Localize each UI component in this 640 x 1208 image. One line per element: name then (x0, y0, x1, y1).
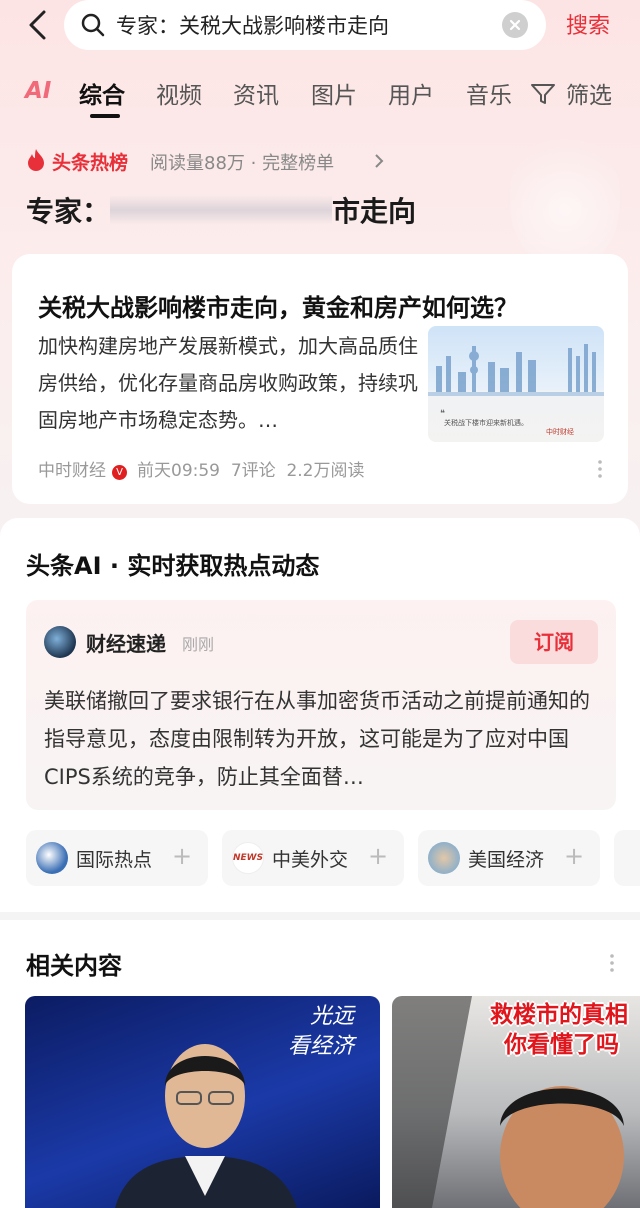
verified-icon: V (112, 465, 127, 480)
fire-icon (28, 149, 44, 171)
news-icon: NEWS (232, 842, 264, 874)
article-summary: 加快构建房地产发展新模式，加大高品质住房供给，优化存量商品房收购政策，持续巩固房… (38, 334, 418, 432)
skyline-image: ❝ 关税战下楼市迎来新机遇。 中时财经 (428, 344, 604, 436)
clear-icon[interactable] (502, 12, 528, 38)
hot-list-label: 头条热榜 (52, 152, 129, 174)
tab-users[interactable]: 用户 (388, 76, 434, 110)
feed-time: 刚刚 (182, 635, 215, 654)
chip-label: 中美外交 (272, 849, 349, 871)
article-card[interactable]: 关税大战影响楼市走向，黄金和房产如何选？ 加快构建房地产发展新模式，加大高品质住… (12, 254, 628, 504)
video-caption: 救楼市的真相 你看懂了吗 (490, 1002, 628, 1058)
plus-icon[interactable]: + (172, 842, 192, 870)
chip-sino-us-diplomacy[interactable]: NEWS 中美外交 + (222, 830, 404, 886)
tab-news[interactable]: 资讯 (233, 76, 279, 110)
feed-text: 美联储撤回了要求银行在从事加密货币活动之前提前通知的指导意见，态度由限制转为开放… (44, 689, 590, 789)
svg-text:❝: ❝ (440, 409, 445, 419)
chevron-right-icon (375, 154, 384, 168)
search-icon (81, 13, 105, 37)
article-thumbnail: ❝ 关税战下楼市迎来新机遇。 中时财经 (428, 326, 604, 442)
presenter-image (115, 1044, 297, 1208)
back-arrow-icon[interactable] (22, 8, 56, 42)
map-icon (428, 842, 460, 874)
filter-button[interactable]: 筛选 (566, 76, 612, 110)
chip-more[interactable] (614, 830, 640, 886)
chip-us-economy[interactable]: 美国经济 + (418, 830, 600, 886)
hot-title-suffix: 市走向 (332, 195, 417, 228)
topic-chips: 国际热点 + NEWS 中美外交 + 美国经济 + (26, 830, 640, 886)
source-avatar[interactable] (44, 626, 76, 658)
thumb-caption: 关税战下楼市迎来新机遇。 (444, 418, 528, 427)
related-content-section: 相关内容 光远 看经济 救楼市的真相 你看懂了吗 (0, 920, 640, 1208)
tab-video[interactable]: 视频 (156, 76, 202, 110)
ai-tab[interactable]: AI (25, 78, 51, 104)
related-title: 相关内容 (26, 952, 122, 980)
blurred-text (110, 195, 333, 225)
chip-international-hot[interactable]: 国际热点 + (26, 830, 208, 886)
article-reads: 2.2万阅读 (286, 461, 365, 481)
article-title: 关税大战影响楼市走向，黄金和房产如何选？ (38, 294, 518, 322)
tab-comprehensive[interactable]: 综合 (79, 76, 125, 110)
tab-music[interactable]: 音乐 (466, 76, 512, 110)
flame-decoration (510, 120, 620, 270)
chip-label: 美国经济 (468, 849, 545, 871)
search-bar: 专家：关税大战影响楼市走向 搜索 (0, 0, 640, 56)
ai-feed-card[interactable]: 财经速递 刚刚 订阅 美联储撤回了要求银行在从事加密货币活动之前提前通知的指导意… (26, 600, 616, 810)
plus-icon[interactable]: + (368, 842, 388, 870)
more-options-icon[interactable] (598, 460, 602, 478)
article-source[interactable]: 中时财经 (38, 461, 106, 481)
search-query: 专家：关税大战影响楼市走向 (116, 14, 389, 38)
hot-title-prefix: 专家： (26, 195, 111, 228)
more-options-icon[interactable] (610, 954, 614, 972)
search-button[interactable]: 搜索 (566, 8, 610, 40)
article-time: 前天09:59 (137, 461, 220, 481)
related-video-2[interactable]: 救楼市的真相 你看懂了吗 (392, 996, 640, 1208)
tab-images[interactable]: 图片 (311, 76, 357, 110)
subscribe-button[interactable]: 订阅 (510, 620, 598, 664)
hot-topic-title[interactable]: 专家： 市走向 (26, 190, 416, 230)
article-meta: 中时财经 V 前天09:59 7评论 2.2万阅读 (38, 456, 365, 481)
thumb-brand: 中时财经 (546, 427, 574, 436)
ai-section-title: 头条AI · 实时获取热点动态 (26, 552, 320, 580)
active-tab-indicator (90, 114, 120, 118)
plus-icon[interactable]: + (564, 842, 584, 870)
chip-label: 国际热点 (76, 849, 153, 871)
world-news-icon (36, 842, 68, 874)
related-video-1[interactable]: 光远 看经济 (25, 996, 380, 1208)
filter-icon[interactable] (530, 82, 556, 106)
ai-realtime-section: 头条AI · 实时获取热点动态 财经速递 刚刚 订阅 美联储撤回了要求银行在从事… (0, 518, 640, 912)
hot-list-meta: 阅读量88万 · 完整榜单 (150, 153, 335, 174)
feed-source-name[interactable]: 财经速递 (86, 628, 166, 657)
search-input[interactable]: 专家：关税大战影响楼市走向 (64, 0, 546, 50)
category-tabs: AI 综合 视频 资讯 图片 用户 音乐 筛选 (0, 70, 640, 120)
article-comments: 7评论 (230, 461, 276, 481)
